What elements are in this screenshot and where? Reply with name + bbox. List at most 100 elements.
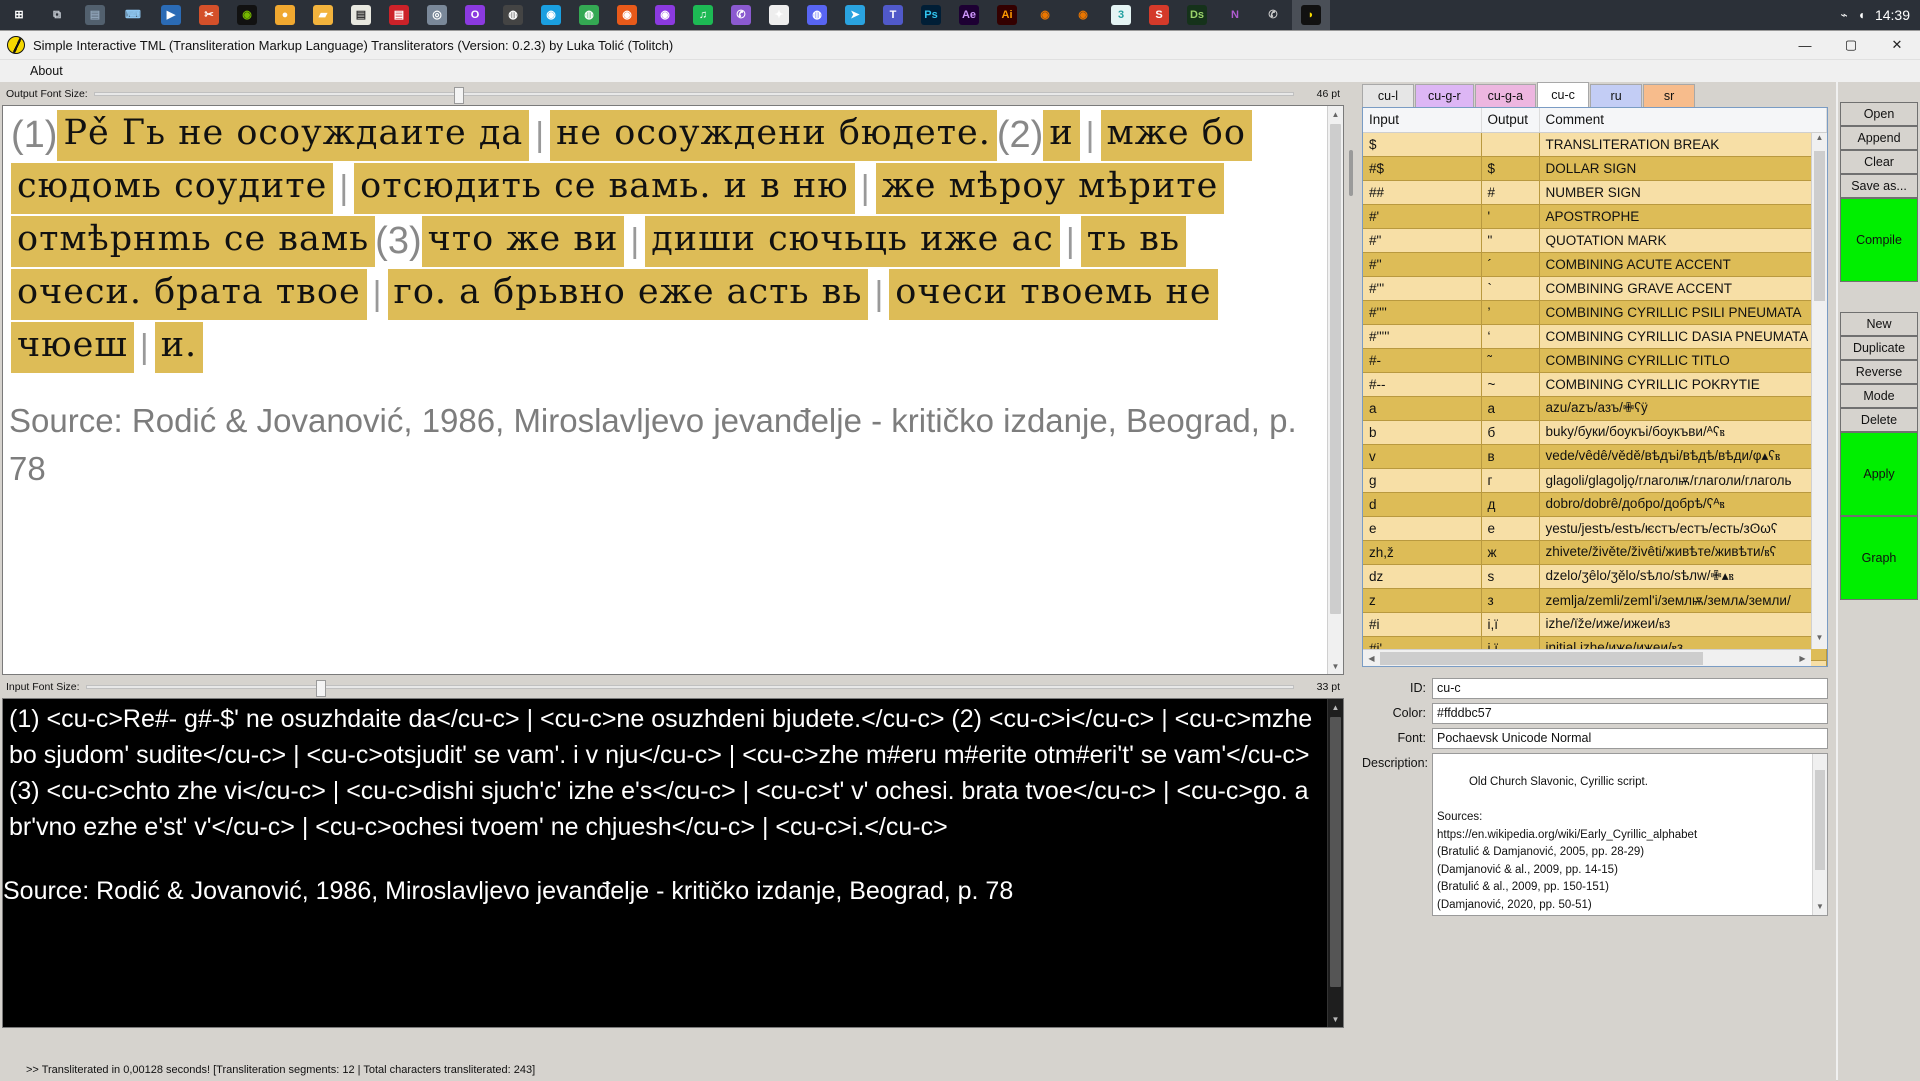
hscroll-thumb[interactable] xyxy=(1380,651,1703,665)
slack-icon[interactable]: ✦ xyxy=(760,0,798,30)
cell-comment[interactable]: NUMBER SIGN xyxy=(1539,180,1827,205)
scroll-up-icon[interactable]: ▲ xyxy=(1812,133,1827,149)
cell-input[interactable]: d xyxy=(1363,492,1482,517)
cell-input[interactable]: #''''' xyxy=(1363,324,1482,349)
maximize-button[interactable]: ▢ xyxy=(1828,31,1874,60)
table-row[interactable]: #-- ~ COMBINING CYRILLIC POKRYTIE xyxy=(1363,372,1827,397)
cell-input[interactable]: #" xyxy=(1363,228,1482,253)
font-input[interactable]: Pochaevsk Unicode Normal xyxy=(1432,728,1828,749)
table-row[interactable]: d д dobro/dobrê/добро/добрѣ/ʕᴬⲃ xyxy=(1363,492,1827,517)
discord-icon[interactable]: ◍ xyxy=(798,0,836,30)
table-row[interactable]: #" " QUOTATION MARK xyxy=(1363,228,1827,253)
table-row[interactable]: #'' ´ COMBINING ACUTE ACCENT xyxy=(1363,252,1827,277)
output-text-pane[interactable]: (1) Рѐ́ Гь не осоуждаите да | не осоуждени … xyxy=(2,105,1344,675)
description-scroll-thumb[interactable] xyxy=(1815,770,1825,870)
table-row[interactable]: e е yestu/jestъ/estъ/ѥстъ/естъ/есть/зʘωʕ xyxy=(1363,516,1827,541)
cell-comment[interactable]: COMBINING GRAVE ACCENT xyxy=(1539,276,1827,301)
cell-comment[interactable]: APOSTROPHE xyxy=(1539,204,1827,229)
telegram-icon[interactable]: ➤ xyxy=(836,0,874,30)
splitter-grip[interactable] xyxy=(1349,150,1353,196)
table-row[interactable]: zh,ž ж zhivete/živěte/živêti/живѣте/живѣти… xyxy=(1363,540,1827,565)
table-horizontal-scrollbar[interactable]: ◀ ▶ xyxy=(1363,649,1811,666)
cell-input[interactable]: v xyxy=(1363,444,1482,469)
edge-icon[interactable]: ◉ xyxy=(532,0,570,30)
table-row[interactable]: dz ѕ dzelo/ʒêlo/ʒělo/sѣло/sѣлw/✙▴ⲃ xyxy=(1363,564,1827,589)
save-as-button[interactable]: Save as... xyxy=(1840,174,1918,198)
cell-output[interactable]: $ xyxy=(1481,156,1540,181)
cell-output[interactable]: ' xyxy=(1481,204,1540,229)
cell-input[interactable]: a xyxy=(1363,396,1482,421)
cell-input[interactable]: #'' xyxy=(1363,252,1482,277)
blender-icon[interactable]: ◉ xyxy=(1026,0,1064,30)
illustrator-icon[interactable]: Ai xyxy=(988,0,1026,30)
table-row[interactable]: g г glagoli/glagoljǫ/глаголѭ/глаголи/глаго… xyxy=(1363,468,1827,493)
cell-input[interactable]: #''' xyxy=(1363,276,1482,301)
cell-input[interactable]: #'''' xyxy=(1363,300,1482,325)
tab-sr[interactable]: sr xyxy=(1643,84,1696,107)
output-font-size-slider[interactable] xyxy=(93,86,1294,104)
cell-input[interactable]: #' xyxy=(1363,204,1482,229)
input-text-editor[interactable]: (1) <cu-c>Re#- g#-$' ne osuzhdaite da</c… xyxy=(2,698,1344,1028)
teams-icon[interactable]: T xyxy=(874,0,912,30)
taskbar-clock[interactable]: 14:39 xyxy=(1875,8,1910,22)
rules-table-container[interactable]: Input Output Comment $ TRANSLITERATION BR… xyxy=(1362,107,1828,667)
table-row[interactable]: #$ $ DOLLAR SIGN xyxy=(1363,156,1827,181)
delete-button[interactable]: Delete xyxy=(1840,408,1918,432)
cell-comment[interactable]: COMBINING ACUTE ACCENT xyxy=(1539,252,1827,277)
input-content[interactable]: (1) <cu-c>Re#- g#-$' ne osuzhdaite da</c… xyxy=(3,699,1343,847)
cell-output[interactable]: ´ xyxy=(1481,252,1540,277)
table-scroll-thumb[interactable] xyxy=(1814,151,1825,301)
keyboard-icon[interactable]: ⌨ xyxy=(114,0,152,30)
table-row[interactable]: z з zemlja/zemli/zeml'i/землѭ/землѧ/земли/ xyxy=(1363,588,1827,613)
cell-output[interactable]: " xyxy=(1481,228,1540,253)
table-row[interactable]: v в vede/vêdê/vědě/вѣдъі/вѣдѣ/вѣди/φ▴ʕⲃ xyxy=(1363,444,1827,469)
input-scroll-thumb[interactable] xyxy=(1330,717,1341,987)
cell-output[interactable]: а xyxy=(1481,396,1540,421)
scroll-down-icon[interactable]: ▼ xyxy=(1813,901,1827,915)
minimize-button[interactable]: — xyxy=(1782,31,1828,60)
reverse-button[interactable]: Reverse xyxy=(1840,360,1918,384)
close-button[interactable]: ✕ xyxy=(1874,31,1920,60)
description-scrollbar[interactable]: ▲ ▼ xyxy=(1812,754,1827,915)
open-button[interactable]: Open xyxy=(1840,102,1918,126)
viber-icon[interactable]: ✆ xyxy=(722,0,760,30)
substance-icon[interactable]: S xyxy=(1140,0,1178,30)
cell-input[interactable]: zh,ž xyxy=(1363,540,1482,565)
column-header-output[interactable]: Output xyxy=(1481,108,1540,133)
clear-button[interactable]: Clear xyxy=(1840,150,1918,174)
cell-output[interactable]: з xyxy=(1481,588,1540,613)
cell-comment[interactable]: TRANSLITERATION BREAK xyxy=(1539,132,1827,157)
tab-ru[interactable]: ru xyxy=(1590,84,1643,107)
mullvad-icon[interactable]: ◉ xyxy=(646,0,684,30)
tab-cu-l[interactable]: cu-l xyxy=(1362,84,1414,107)
cell-input[interactable]: #i xyxy=(1363,612,1482,637)
input-font-size-slider[interactable] xyxy=(85,679,1294,697)
cell-output[interactable]: ~ xyxy=(1481,372,1540,397)
description-textarea[interactable]: Old Church Slavonic, Cyrillic script. So… xyxy=(1432,753,1828,916)
cell-input[interactable]: ## xyxy=(1363,180,1482,205)
cell-comment[interactable]: COMBINING CYRILLIC TITLO xyxy=(1539,348,1827,373)
cell-output[interactable]: е xyxy=(1481,516,1540,541)
scroll-down-icon[interactable]: ▼ xyxy=(1328,658,1343,674)
camera-icon[interactable]: ◎ xyxy=(418,0,456,30)
task-view-icon[interactable]: ⧉ xyxy=(38,0,76,30)
apply-button[interactable]: Apply xyxy=(1840,432,1918,516)
blender-alt-icon[interactable]: ◉ xyxy=(1064,0,1102,30)
cell-input[interactable]: $ xyxy=(1363,132,1482,157)
scroll-up-icon[interactable]: ▲ xyxy=(1328,699,1343,715)
table-row[interactable]: #''''’ COMBINING CYRILLIC PSILI PNEUMATA xyxy=(1363,300,1827,325)
cell-output[interactable]: ’ xyxy=(1481,300,1540,325)
scroll-up-icon[interactable]: ▲ xyxy=(1328,106,1343,122)
cell-comment[interactable]: COMBINING CYRILLIC POKRYTIE xyxy=(1539,372,1827,397)
powershell-icon[interactable]: ▶ xyxy=(152,0,190,30)
input-vertical-scrollbar[interactable]: ▲ ▼ xyxy=(1327,699,1343,1027)
output-font-size-thumb[interactable] xyxy=(454,86,465,104)
cell-output[interactable]: в xyxy=(1481,444,1540,469)
opera-icon[interactable]: O xyxy=(456,0,494,30)
cell-comment[interactable]: buky/буки/боукъі/боукъви/ᴬʕⲃ xyxy=(1539,420,1827,445)
file-explorer-icon[interactable]: ▰ xyxy=(304,0,342,30)
cell-comment[interactable]: vede/vêdê/vědě/вѣдъі/вѣдѣ/вѣди/φ▴ʕⲃ xyxy=(1539,444,1827,469)
table-row[interactable]: b б buky/буки/боукъі/боукъви/ᴬʕⲃ xyxy=(1363,420,1827,445)
cell-input[interactable]: #- xyxy=(1363,348,1482,373)
cell-input[interactable]: g xyxy=(1363,468,1482,493)
